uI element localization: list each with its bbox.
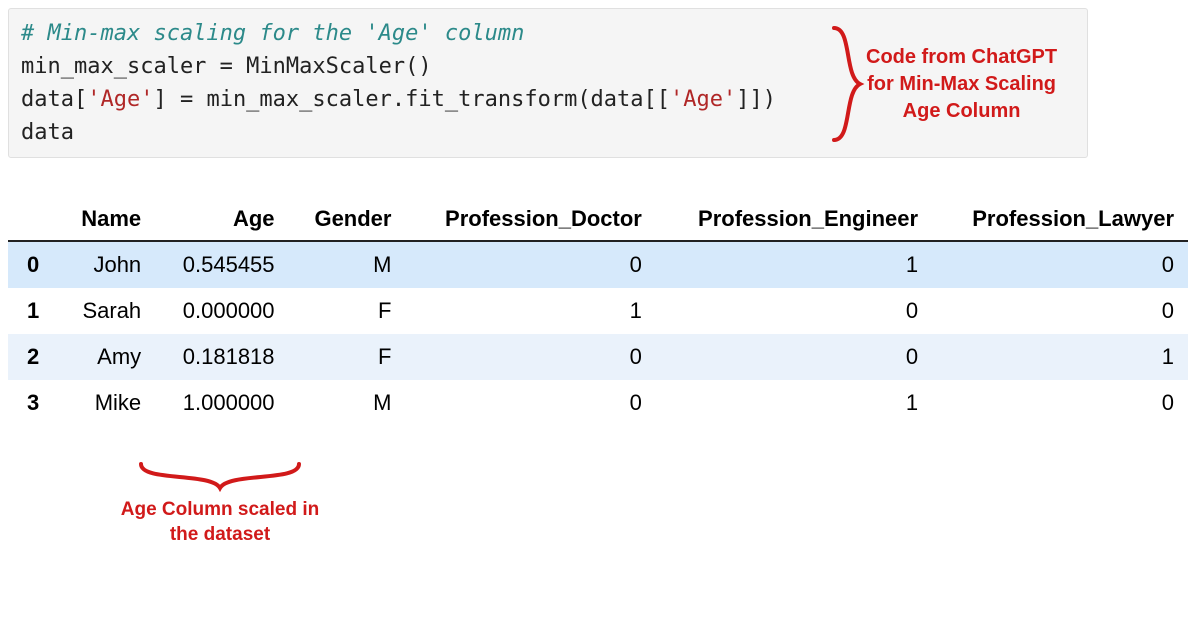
annotation-code-source: Code from ChatGPT for Min-Max Scaling Ag… (830, 24, 1170, 144)
cell-profession-engineer: 0 (656, 288, 932, 334)
col-header-gender: Gender (289, 198, 406, 241)
cell-gender: F (289, 288, 406, 334)
cell-name: Amy (57, 334, 155, 380)
cell-age: 0.545455 (155, 241, 288, 288)
cell-name: John (57, 241, 155, 288)
col-header-profession-engineer: Profession_Engineer (656, 198, 932, 241)
cell-profession-doctor: 0 (405, 241, 655, 288)
cell-profession-doctor: 1 (405, 288, 655, 334)
annotation-text: for Min-Max Scaling (866, 71, 1057, 98)
annotation-text: Age Column (866, 98, 1057, 125)
cell-gender: M (289, 241, 406, 288)
cell-index: 2 (8, 334, 57, 380)
curly-brace-icon (135, 460, 305, 494)
col-header-name: Name (57, 198, 155, 241)
code-comment-line: # Min-max scaling for the 'Age' column (21, 21, 524, 46)
cell-index: 3 (8, 380, 57, 426)
cell-age: 0.000000 (155, 288, 288, 334)
cell-profession-engineer: 0 (656, 334, 932, 380)
annotation-text: Code from ChatGPT (866, 44, 1057, 71)
table-header-row: Name Age Gender Profession_Doctor Profes… (8, 198, 1188, 241)
cell-gender: F (289, 334, 406, 380)
cell-name: Mike (57, 380, 155, 426)
col-header-age: Age (155, 198, 288, 241)
cell-profession-engineer: 1 (656, 241, 932, 288)
table-row: 3Mike1.000000M010 (8, 380, 1188, 426)
annotation-text: the dataset (120, 523, 320, 548)
cell-age: 0.181818 (155, 334, 288, 380)
cell-profession-doctor: 0 (405, 380, 655, 426)
table-row: 2Amy0.181818F001 (8, 334, 1188, 380)
cell-profession-doctor: 0 (405, 334, 655, 380)
col-header-index (8, 198, 57, 241)
cell-profession-lawyer: 1 (932, 334, 1188, 380)
col-header-profession-lawyer: Profession_Lawyer (932, 198, 1188, 241)
code-line: data['Age'] = min_max_scaler.fit_transfo… (21, 87, 776, 112)
table-row: 1Sarah0.000000F100 (8, 288, 1188, 334)
code-line: data (21, 120, 74, 145)
cell-profession-lawyer: 0 (932, 288, 1188, 334)
annotation-age-scaled: Age Column scaled in the dataset (120, 460, 320, 547)
code-line: min_max_scaler = MinMaxScaler() (21, 54, 432, 79)
dataframe-table: Name Age Gender Profession_Doctor Profes… (8, 198, 1188, 426)
cell-profession-lawyer: 0 (932, 241, 1188, 288)
col-header-profession-doctor: Profession_Doctor (405, 198, 655, 241)
cell-gender: M (289, 380, 406, 426)
curly-brace-icon (830, 24, 866, 144)
cell-index: 1 (8, 288, 57, 334)
cell-profession-engineer: 1 (656, 380, 932, 426)
cell-name: Sarah (57, 288, 155, 334)
cell-index: 0 (8, 241, 57, 288)
cell-profession-lawyer: 0 (932, 380, 1188, 426)
cell-age: 1.000000 (155, 380, 288, 426)
table-row: 0John0.545455M010 (8, 241, 1188, 288)
annotation-text: Age Column scaled in (120, 498, 320, 523)
